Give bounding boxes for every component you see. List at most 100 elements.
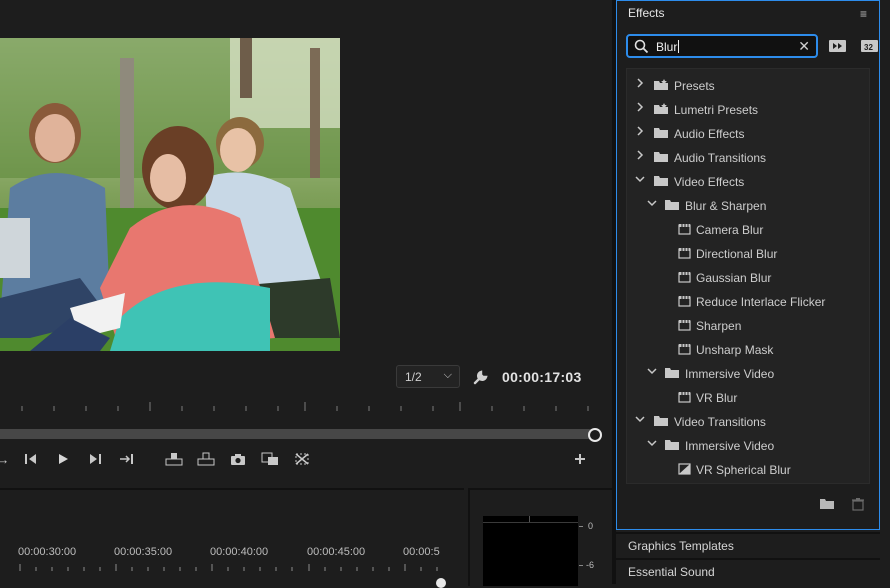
timeline-timecode: 00:00:5 <box>403 546 440 558</box>
tree-item-label: Lumetri Presets <box>674 103 759 117</box>
folder-icon <box>665 368 679 378</box>
tree-item-label: Presets <box>674 79 715 93</box>
effect-icon <box>678 320 691 331</box>
tree-item-immersive-video-transitions[interactable]: Immersive Video <box>627 435 867 455</box>
resolution-select[interactable]: 1/2 ⌵ <box>396 365 460 388</box>
tree-item-sharpen[interactable]: Sharpen <box>627 315 867 335</box>
tree-item-presets[interactable]: Presets <box>627 75 867 95</box>
lift-icon[interactable] <box>165 450 183 468</box>
tree-item-immersive-video[interactable]: Immersive Video <box>627 363 867 383</box>
tree-item-unsharp-mask[interactable]: Unsharp Mask <box>627 339 867 359</box>
extract-icon[interactable] <box>197 450 215 468</box>
tree-item-gaussian-blur[interactable]: Gaussian Blur <box>627 267 867 287</box>
tree-item-label: VR Blur <box>696 391 738 405</box>
tree-item-label: Blur & Sharpen <box>685 199 767 213</box>
tree-item-camera-blur[interactable]: Camera Blur <box>627 219 867 239</box>
mark-out-icon[interactable]: → <box>0 450 12 468</box>
tree-item-label: Camera Blur <box>696 223 764 237</box>
step-back-icon[interactable] <box>22 450 40 468</box>
text-cursor <box>678 40 680 53</box>
new-bin-icon[interactable] <box>819 497 835 511</box>
effect-icon <box>678 224 691 235</box>
meter-label: 0 <box>588 521 594 531</box>
folder-icon <box>665 200 679 210</box>
chevron-right-icon <box>637 102 644 112</box>
tree-item-video-transitions[interactable]: Video Transitions <box>627 411 867 431</box>
accelerated-effects-icon[interactable] <box>828 38 848 54</box>
resolution-value: 1/2 <box>405 370 422 384</box>
timeline-panel[interactable]: 00:00:30:00 00:00:35:00 00:00:40:00 00:0… <box>0 488 464 588</box>
compare-view-icon[interactable] <box>261 450 279 468</box>
tree-item-label: Directional Blur <box>696 247 778 261</box>
time-ruler[interactable] <box>0 398 612 414</box>
clear-search-icon[interactable]: ✕ <box>798 38 810 55</box>
effect-icon <box>678 272 691 283</box>
search-icon <box>634 39 649 54</box>
tree-item-label: Video Transitions <box>674 415 766 429</box>
wrench-icon[interactable] <box>472 368 490 386</box>
playhead-timecode[interactable]: 00:00:17:03 <box>502 369 582 385</box>
add-button-icon[interactable] <box>571 450 589 468</box>
timeline-ruler[interactable] <box>0 562 464 572</box>
tree-item-audio-effects[interactable]: Audio Effects <box>627 123 867 143</box>
search-text: Blur <box>656 40 680 54</box>
chevron-down-icon <box>635 176 645 183</box>
chevron-right-icon <box>637 150 644 160</box>
tree-item-label: Sharpen <box>696 319 742 333</box>
effects-tree[interactable]: Presets Lumetri Presets Audio Effects Au… <box>626 68 870 484</box>
vr-video-icon[interactable] <box>293 450 311 468</box>
panel-essential-sound[interactable]: Essential Sound <box>616 558 880 582</box>
timeline-timecode: 00:00:35:00 <box>114 546 173 558</box>
audio-meter <box>483 516 578 586</box>
video-image <box>0 38 340 351</box>
scrub-bar[interactable] <box>0 429 594 439</box>
search-value: Blur <box>656 40 678 54</box>
folder-icon <box>654 176 668 186</box>
tree-item-vr-spherical-blur[interactable]: VR Spherical Blur <box>627 459 867 479</box>
tree-item-directional-blur[interactable]: Directional Blur <box>627 243 867 263</box>
chevron-down-icon <box>647 368 657 375</box>
tree-item-blur-sharpen[interactable]: Blur & Sharpen <box>627 195 867 215</box>
32-bit-effects-icon[interactable]: 32 <box>860 38 880 54</box>
folder-icon <box>654 128 668 138</box>
chevron-down-icon <box>635 416 645 423</box>
panel-menu-icon[interactable]: ≡ <box>860 7 867 21</box>
meter-label: -6 <box>586 560 595 570</box>
chevron-right-icon <box>637 78 644 88</box>
effect-icon <box>678 248 691 259</box>
effect-icon <box>678 296 691 307</box>
tree-item-video-effects[interactable]: Video Effects <box>627 171 867 191</box>
step-forward-icon[interactable] <box>86 450 104 468</box>
tree-item-label: Unsharp Mask <box>696 343 774 357</box>
scrub-handle[interactable] <box>588 428 602 442</box>
folder-icon <box>665 440 679 450</box>
tree-item-reduce-interlace-flicker[interactable]: Reduce Interlace Flicker <box>627 291 867 311</box>
preset-folder-icon <box>654 79 668 90</box>
effect-icon <box>678 344 691 355</box>
folder-icon <box>654 152 668 162</box>
preset-folder-icon <box>654 103 668 114</box>
panel-graphics-templates-label: Graphics Templates <box>628 539 734 553</box>
panel-essential-sound-label: Essential Sound <box>628 565 715 579</box>
search-input[interactable]: Blur ✕ <box>626 34 818 58</box>
play-icon[interactable] <box>54 450 72 468</box>
tree-item-label: Audio Effects <box>674 127 745 141</box>
video-frame <box>0 38 340 351</box>
tree-item-lumetri-presets[interactable]: Lumetri Presets <box>627 99 867 119</box>
tree-item-vr-blur[interactable]: VR Blur <box>627 387 867 407</box>
timeline-scroll-handle[interactable] <box>436 578 446 588</box>
camera-icon[interactable] <box>229 450 247 468</box>
effects-panel-title[interactable]: Effects <box>628 6 664 20</box>
timeline-timecode: 00:00:40:00 <box>210 546 269 558</box>
tree-item-audio-transitions[interactable]: Audio Transitions <box>627 147 867 167</box>
tree-item-label: Video Effects <box>674 175 745 189</box>
go-to-out-icon[interactable] <box>118 450 136 468</box>
trash-icon[interactable] <box>851 497 867 511</box>
effect-icon <box>678 392 691 403</box>
tree-item-label: Reduce Interlace Flicker <box>696 295 826 309</box>
meter-line <box>483 522 578 523</box>
meter-tick <box>579 526 583 527</box>
tree-item-label: VR Spherical Blur <box>696 463 791 477</box>
program-monitor: 1/2 ⌵ 00:00:17:03 → <box>0 0 612 484</box>
panel-graphics-templates[interactable]: Graphics Templates <box>616 532 880 556</box>
